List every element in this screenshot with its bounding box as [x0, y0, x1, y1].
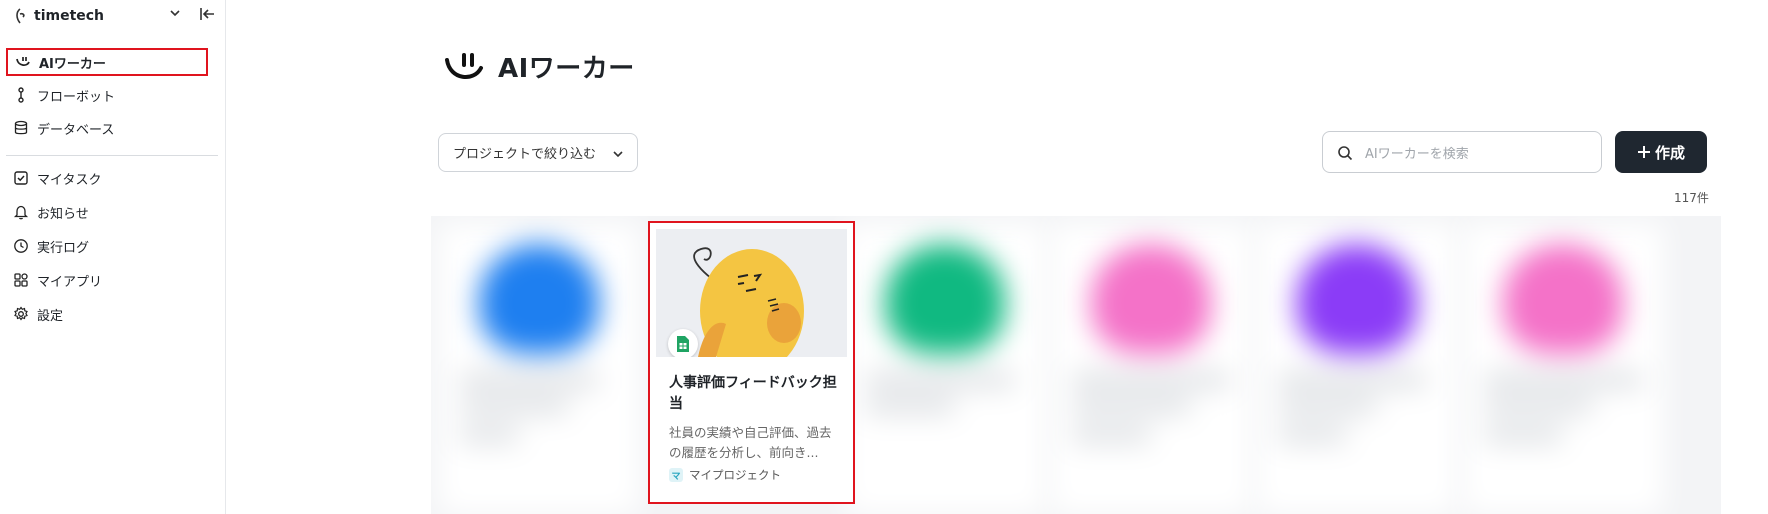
create-label: 作成 — [1654, 143, 1685, 162]
sidebar-item-label: 実行ログ — [37, 240, 90, 256]
ai-worker-card[interactable] — [1051, 224, 1251, 514]
card-thumbnail — [885, 244, 1005, 354]
ai-worker-icon — [16, 57, 30, 66]
sidebar-divider — [6, 155, 218, 156]
search-input[interactable]: AIワーカーを検索 — [1322, 131, 1602, 173]
ai-worker-card[interactable] — [845, 224, 1045, 514]
card-title: 人事評価フィードバック担当 — [669, 375, 837, 412]
database-icon — [14, 120, 28, 135]
collapse-sidebar-icon[interactable] — [199, 6, 217, 22]
filter-label: プロジェクトで絞り込む — [453, 147, 597, 162]
chevron-down-icon[interactable] — [168, 6, 182, 20]
project-icon: マ — [669, 468, 683, 482]
ai-worker-card[interactable] — [439, 224, 639, 514]
create-button[interactable]: 作成 — [1615, 131, 1707, 173]
sidebar-item-label: AIワーカー — [39, 56, 106, 72]
card-project: マ マイプロジェクト — [669, 467, 781, 483]
sidebar-item-label: データベース — [37, 122, 115, 138]
workspace-switcher[interactable]: timetech — [12, 4, 104, 28]
plus-icon — [1637, 146, 1650, 158]
page-header: AIワーカー — [444, 48, 635, 85]
workspace-name: timetech — [34, 8, 105, 24]
ai-worker-card-hr-feedback[interactable]: 人事評価フィードバック担当 社員の実績や自己評価、過去の履歴を分析し、前向き..… — [648, 221, 855, 504]
search-placeholder: AIワーカーを検索 — [1365, 146, 1469, 162]
workspace-logo-icon — [16, 8, 25, 24]
sidebar-item-settings[interactable]: 設定 — [10, 300, 214, 328]
flowbot-icon — [18, 87, 24, 103]
ai-worker-card[interactable] — [1463, 224, 1663, 514]
checkbox-icon — [14, 171, 28, 185]
project-name: マイプロジェクト — [689, 468, 781, 482]
card-thumbnail — [656, 229, 847, 357]
clock-icon — [14, 239, 28, 253]
sidebar-item-label: 設定 — [37, 308, 64, 324]
card-thumbnail — [1091, 244, 1211, 354]
sidebar-item-label: マイアプリ — [37, 274, 103, 290]
card-description: 社員の実績や自己評価、過去の履歴を分析し、前向き... — [669, 425, 832, 460]
apps-icon — [14, 273, 28, 287]
ai-worker-grid — [431, 216, 1721, 514]
sidebar: timetech AIワーカー フローボット データベース マイタスク お知らせ… — [0, 0, 226, 514]
ai-worker-card[interactable] — [1257, 224, 1457, 514]
chevron-down-icon — [613, 151, 623, 158]
sidebar-item-notifications[interactable]: お知らせ — [10, 198, 214, 226]
sidebar-item-flowbot[interactable]: フローボット — [10, 81, 214, 109]
card-thumbnail — [479, 244, 599, 354]
sidebar-item-execution-log[interactable]: 実行ログ — [10, 232, 214, 260]
ai-worker-icon — [445, 52, 483, 79]
card-thumbnail — [1503, 244, 1623, 354]
sidebar-item-label: マイタスク — [37, 172, 102, 188]
project-filter-dropdown[interactable]: プロジェクトで絞り込む — [438, 133, 638, 172]
gear-icon — [14, 306, 28, 321]
sidebar-item-my-tasks[interactable]: マイタスク — [10, 164, 214, 192]
google-sheets-icon — [668, 329, 698, 357]
result-count: 117件 — [1674, 191, 1709, 205]
sidebar-item-label: フローボット — [37, 89, 116, 105]
card-thumbnail — [1297, 244, 1417, 354]
sidebar-item-database[interactable]: データベース — [10, 114, 214, 142]
sidebar-item-label: お知らせ — [37, 206, 89, 222]
page-title: AIワーカー — [498, 54, 635, 84]
main-content: AIワーカー プロジェクトで絞り込む AIワーカーを検索 作成 117件 — [227, 0, 1768, 514]
bell-icon — [13, 205, 29, 220]
search-icon — [1338, 146, 1353, 161]
sidebar-item-ai-worker[interactable]: AIワーカー — [6, 48, 208, 76]
sidebar-item-my-apps[interactable]: マイアプリ — [10, 266, 214, 294]
